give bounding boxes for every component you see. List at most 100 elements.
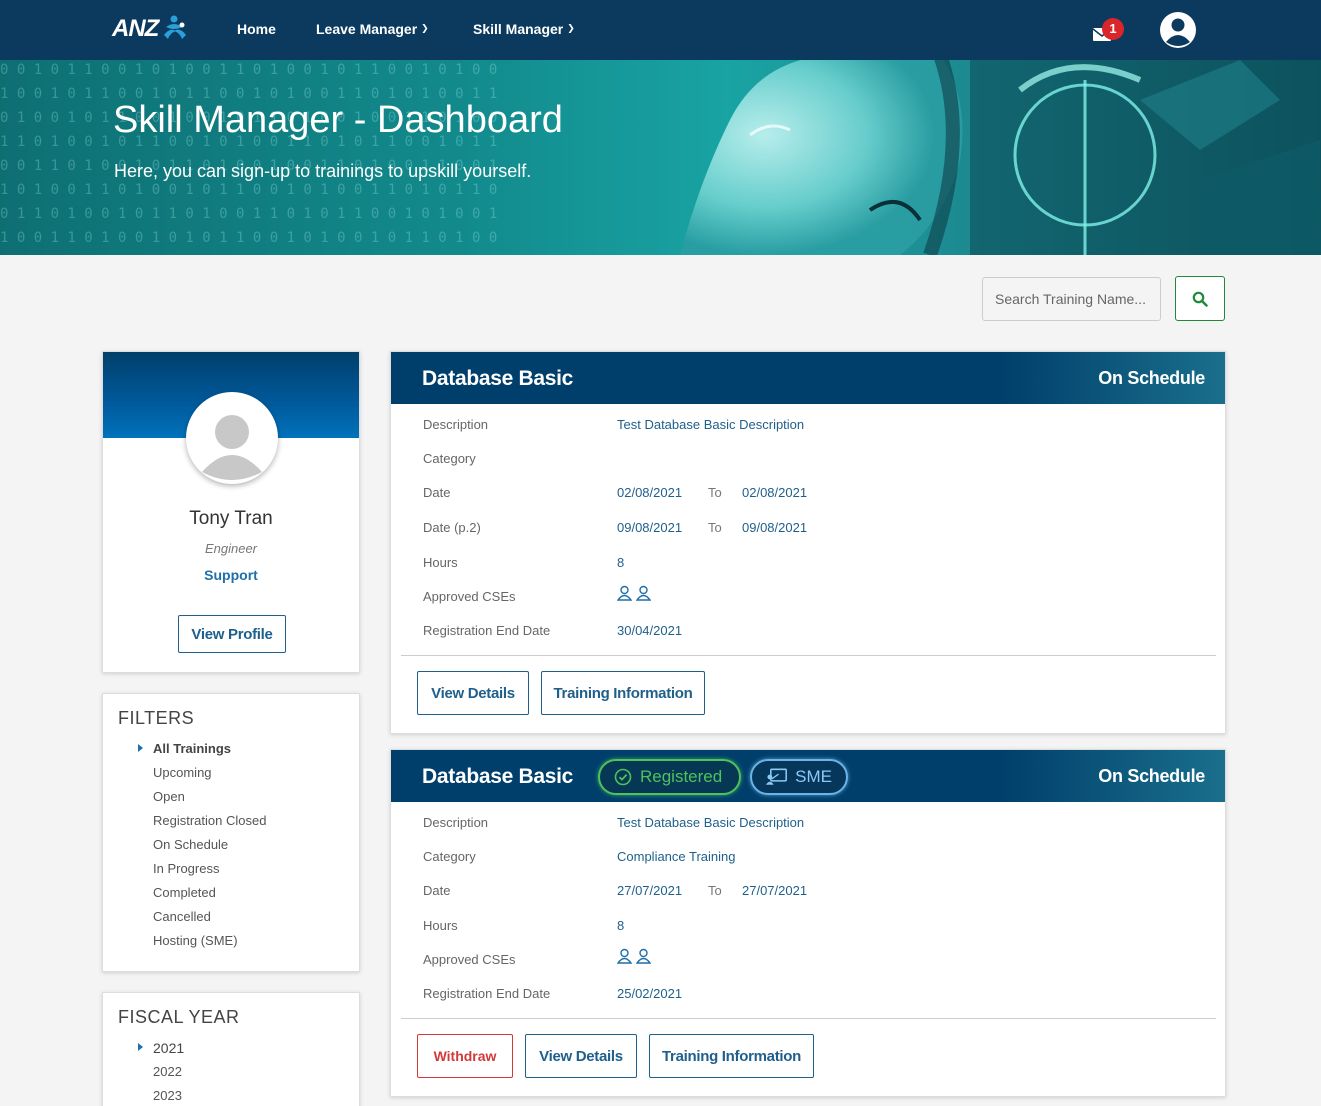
withdraw-button[interactable]: Withdraw: [417, 1034, 513, 1078]
description-label: Description: [423, 417, 489, 432]
person-icon[interactable]: [636, 585, 651, 601]
filter-on-schedule[interactable]: On Schedule: [153, 836, 266, 860]
search-button[interactable]: [1175, 276, 1225, 321]
fiscal-year-panel: FISCAL YEAR 2021 2022 2023: [102, 992, 360, 1106]
fiscal-year-2023[interactable]: 2023: [153, 1087, 184, 1106]
filters-title: FILTERS: [118, 708, 195, 728]
view-details-button[interactable]: View Details: [525, 1034, 637, 1078]
nav-home-label: Home: [237, 21, 276, 37]
hours-value: 8: [617, 918, 625, 933]
category-value: Compliance Training: [617, 849, 736, 864]
registration-end-label: Registration End Date: [423, 986, 551, 1001]
nav-leave-manager[interactable]: Leave Manager ❯: [316, 21, 429, 37]
date-label: Date: [423, 883, 451, 898]
svg-text:1 0 1 0 0 1 1 0 1 0 0 1 0 1 1: 1 0 1 0 0 1 1 0 1 0 0 1 0 1 1 0 0 1 0 1 …: [0, 182, 497, 198]
user-account-icon[interactable]: [1159, 11, 1197, 49]
top-navbar: ANZ Home Leave Manager ❯ Skill Manager ❯…: [0, 0, 1321, 60]
description-value: Test Database Basic Description: [617, 815, 805, 830]
category-label: Category: [423, 849, 476, 864]
fiscal-year-2022[interactable]: 2022: [153, 1063, 184, 1087]
binary-pattern: 0 0 1 0 1 1 0 0 1 0 1 0 0 1 1 0 1 0 0 1 …: [0, 62, 497, 246]
category-label: Category: [423, 451, 476, 466]
filter-completed[interactable]: Completed: [153, 884, 266, 908]
chevron-down-icon: ❯: [421, 22, 429, 33]
nav-home[interactable]: Home: [237, 21, 276, 37]
approved-cses-list: [617, 585, 651, 601]
date-to: 27/07/2021: [742, 883, 808, 898]
profile-team[interactable]: Support: [103, 567, 359, 583]
filter-in-progress[interactable]: In Progress: [153, 860, 266, 884]
view-details-button[interactable]: View Details: [417, 671, 529, 715]
chevron-down-icon: ❯: [567, 22, 575, 33]
user-placeholder-icon: [190, 396, 274, 480]
divider: [401, 655, 1216, 656]
person-icon[interactable]: [617, 948, 632, 964]
hours-label: Hours: [423, 918, 458, 933]
training-status: On Schedule: [1098, 368, 1205, 388]
training-card: Database Basic Registered SME On Schedul…: [390, 749, 1226, 1097]
date-label: Date: [423, 485, 451, 500]
avatar: [186, 392, 278, 484]
divider: [401, 1018, 1216, 1019]
view-profile-button[interactable]: View Profile: [178, 615, 286, 653]
profile-card: Tony Tran Engineer Support View Profile: [102, 351, 360, 673]
nav-skill-manager[interactable]: Skill Manager ❯: [473, 21, 575, 37]
date-to: 02/08/2021: [742, 485, 808, 500]
date-p2-from: 09/08/2021: [617, 520, 683, 535]
date-from: 27/07/2021: [617, 883, 683, 898]
training-title: Database Basic: [422, 367, 574, 390]
robot-head-illustration: [680, 60, 1321, 255]
check-circle-icon: [614, 768, 632, 786]
presenter-icon: [766, 768, 787, 785]
registered-badge: Registered: [598, 759, 741, 795]
filter-list: All Trainings Upcoming Open Registration…: [137, 740, 266, 956]
approved-cses-label: Approved CSEs: [423, 589, 516, 604]
svg-text:0 1 1 0 1 0 0 1 0 1 1 0 1 0 0: 0 1 1 0 1 0 0 1 0 1 1 0 1 0 0 1 1 0 1 0 …: [0, 206, 497, 222]
date-p2-label: Date (p.2): [423, 520, 481, 535]
filter-cancelled[interactable]: Cancelled: [153, 908, 266, 932]
nav-leave-manager-label: Leave Manager: [316, 21, 418, 37]
anz-people-icon: [164, 15, 187, 39]
hero-banner: 0 0 1 0 1 1 0 0 1 0 1 0 0 1 1 0 1 0 0 1 …: [0, 60, 1321, 255]
training-information-button[interactable]: Training Information: [541, 671, 705, 715]
fiscal-year-list: 2021 2022 2023: [137, 1039, 184, 1106]
registration-end-value: 30/04/2021: [617, 623, 683, 638]
anz-logo[interactable]: ANZ: [112, 13, 190, 45]
date-p2-to: 09/08/2021: [742, 520, 808, 535]
search-input[interactable]: [982, 277, 1161, 321]
training-information-button[interactable]: Training Information: [649, 1034, 814, 1078]
svg-text:1 0 0 1 1 0 1 0 0 1 0 1 0 1 1: 1 0 0 1 1 0 1 0 0 1 0 1 0 1 1 0 0 1 0 1 …: [0, 230, 497, 246]
date-p2-to-label: To: [708, 520, 722, 535]
date-to-label: To: [708, 883, 722, 898]
filter-all-trainings[interactable]: All Trainings: [137, 740, 266, 764]
filter-registration-closed[interactable]: Registration Closed: [153, 812, 266, 836]
filter-hosting-sme[interactable]: Hosting (SME): [153, 932, 266, 956]
approved-cses-list: [617, 948, 651, 964]
description-value: Test Database Basic Description: [617, 417, 805, 432]
nav-skill-manager-label: Skill Manager: [473, 21, 564, 37]
logo-text: ANZ: [112, 15, 159, 42]
date-from: 02/08/2021: [617, 485, 683, 500]
hours-label: Hours: [423, 555, 458, 570]
search-icon: [1192, 291, 1208, 307]
profile-name: Tony Tran: [189, 508, 273, 529]
filter-open[interactable]: Open: [153, 788, 266, 812]
registration-end-value: 25/02/2021: [617, 986, 683, 1001]
filter-upcoming[interactable]: Upcoming: [153, 764, 266, 788]
page-subtitle: Here, you can sign-up to trainings to up…: [114, 161, 532, 181]
registered-label: Registered: [640, 767, 723, 786]
person-icon[interactable]: [617, 585, 632, 601]
approved-cses-label: Approved CSEs: [423, 952, 516, 967]
date-to-label: To: [708, 485, 722, 500]
description-label: Description: [423, 815, 489, 830]
notification-badge[interactable]: 1: [1102, 18, 1124, 40]
fiscal-year-title: FISCAL YEAR: [118, 1007, 240, 1027]
profile-role: Engineer: [204, 541, 258, 556]
filters-panel: FILTERS All Trainings Upcoming Open Regi…: [102, 693, 360, 972]
svg-text:0 0 1 0 1 1 0 0 1 0 1 0 0 1 1: 0 0 1 0 1 1 0 0 1 0 1 0 0 1 1 0 1 0 0 1 …: [0, 62, 497, 78]
page-title: Skill Manager - Dashboard: [113, 99, 563, 141]
hours-value: 8: [617, 555, 625, 570]
training-card-header: Database Basic Registered SME On Schedul…: [391, 750, 1225, 802]
person-icon[interactable]: [636, 948, 651, 964]
fiscal-year-2021[interactable]: 2021: [137, 1039, 184, 1063]
